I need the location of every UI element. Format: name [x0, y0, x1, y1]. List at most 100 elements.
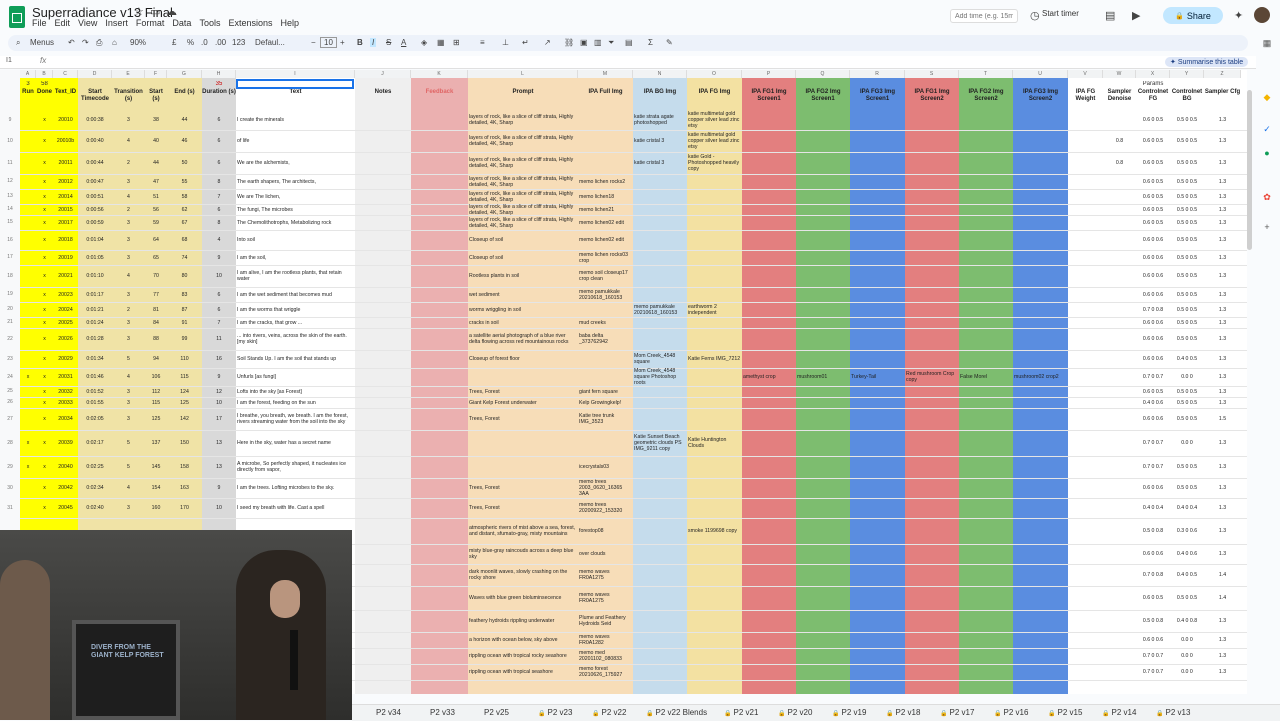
- cell-o[interactable]: [688, 230, 741, 250]
- cell-b[interactable]: x: [37, 204, 52, 215]
- cell-s[interactable]: [906, 265, 958, 287]
- cell-i[interactable]: We are the alchemists,: [237, 152, 354, 174]
- cell-w[interactable]: [1104, 250, 1135, 265]
- cell-l[interactable]: dark moonlit waves, slowly crashing on t…: [469, 564, 577, 586]
- cell-f[interactable]: 65: [146, 250, 166, 265]
- cell-a[interactable]: x: [21, 430, 35, 456]
- cell-l[interactable]: layers of rock, like a slice of cliff st…: [469, 110, 577, 130]
- cell-r[interactable]: [851, 478, 904, 498]
- vertical-align-icon[interactable]: ⊥: [502, 38, 509, 47]
- sheet-tab[interactable]: P2 v21: [724, 708, 758, 717]
- cell-u[interactable]: [1014, 350, 1067, 368]
- cell-q[interactable]: [797, 498, 849, 518]
- cell-m[interactable]: [579, 152, 632, 174]
- cell-f[interactable]: 125: [146, 408, 166, 430]
- cell-t[interactable]: [960, 204, 1012, 215]
- cell-p[interactable]: [743, 328, 795, 350]
- cell-r[interactable]: [851, 544, 904, 564]
- sheet-tab[interactable]: P2 v13: [1156, 708, 1190, 717]
- cell-y[interactable]: 0.4 0 0.4: [1171, 498, 1203, 518]
- cell-f[interactable]: 56: [146, 204, 166, 215]
- cell-m[interactable]: memo waves FR0A1282: [579, 632, 632, 648]
- cell-w[interactable]: [1104, 498, 1135, 518]
- cell-r[interactable]: [851, 518, 904, 544]
- cell-e[interactable]: 5: [113, 350, 144, 368]
- cell-l[interactable]: Waves with blue green bioluminsecence: [469, 586, 577, 610]
- menu-data[interactable]: Data: [172, 18, 191, 28]
- cell-o[interactable]: katie multimetal gold copper silver lead…: [688, 110, 741, 130]
- cell-m[interactable]: memo pamukkale 20210618_160153: [579, 287, 632, 302]
- cell-b[interactable]: x: [37, 478, 52, 498]
- cell-u[interactable]: [1014, 456, 1067, 478]
- cell-q[interactable]: [797, 302, 849, 317]
- cell-u[interactable]: [1014, 478, 1067, 498]
- cell-u[interactable]: [1014, 230, 1067, 250]
- cell-m[interactable]: memo trees 2003_0620_16365 3AA: [579, 478, 632, 498]
- cell-f[interactable]: 44: [146, 152, 166, 174]
- filter-views-icon[interactable]: ▤: [625, 38, 633, 47]
- menu-format[interactable]: Format: [136, 18, 165, 28]
- cell-y[interactable]: 0.5 0 0.5: [1171, 287, 1203, 302]
- cell-y[interactable]: 0.5 0 0.5: [1171, 397, 1203, 408]
- cell-h[interactable]: 13: [203, 430, 235, 456]
- cell-i[interactable]: Unfurls [as fungi]: [237, 368, 354, 386]
- column-letter-header[interactable]: R: [850, 70, 905, 78]
- cell-t[interactable]: [960, 397, 1012, 408]
- cell-y[interactable]: 0.5 0 0.5: [1171, 317, 1203, 328]
- cell-x[interactable]: 0.6 0 0.5: [1137, 386, 1169, 397]
- cell-nn[interactable]: [634, 397, 686, 408]
- cell-q[interactable]: [797, 287, 849, 302]
- cell-nn[interactable]: Mom Creek_4548 square: [634, 350, 686, 368]
- cell-s[interactable]: [906, 189, 958, 204]
- share-button[interactable]: 🔒 Share: [1163, 7, 1223, 24]
- cell-x[interactable]: 0.5 0 0.8: [1137, 610, 1169, 632]
- cell-f[interactable]: 38: [146, 110, 166, 130]
- cell-y[interactable]: 0.0 0: [1171, 632, 1203, 648]
- cell-a[interactable]: [21, 302, 35, 317]
- cell-o[interactable]: katie Gold - Photoshopped heavily copy: [688, 152, 741, 174]
- cell-r[interactable]: [851, 456, 904, 478]
- cell-e[interactable]: 3: [113, 230, 144, 250]
- cell-s[interactable]: [906, 130, 958, 152]
- cell-b[interactable]: x: [37, 230, 52, 250]
- row-number[interactable]: 26: [0, 397, 20, 408]
- cell-nn[interactable]: Mom Creek_4548 square Photoshop roots: [634, 368, 686, 386]
- cell-y[interactable]: 0.4 0 0.5: [1171, 564, 1203, 586]
- cell-x[interactable]: 0.6 0 0.5: [1137, 189, 1169, 204]
- text-color-button[interactable]: A: [401, 38, 406, 47]
- cell-h[interactable]: 9: [203, 250, 235, 265]
- cell-q[interactable]: [797, 386, 849, 397]
- cell-t[interactable]: [960, 610, 1012, 632]
- cell-l[interactable]: layers of rock, like a slice of cliff st…: [469, 189, 577, 204]
- cell-c[interactable]: 20011: [54, 152, 77, 174]
- cell-l[interactable]: Closeup of soil: [469, 250, 577, 265]
- cell-p[interactable]: [743, 564, 795, 586]
- cell-s[interactable]: [906, 518, 958, 544]
- cell-h[interactable]: 11: [203, 328, 235, 350]
- chart-icon[interactable]: ▥: [594, 38, 602, 47]
- cell-w[interactable]: [1104, 456, 1135, 478]
- start-timer-button[interactable]: Start timer: [1042, 9, 1079, 18]
- cell-p[interactable]: [743, 189, 795, 204]
- row-number[interactable]: 12: [0, 174, 20, 189]
- cell-i[interactable]: Soil Stands Up. I am the soil that stand…: [237, 350, 354, 368]
- cell-x[interactable]: 0.6 0 0.5: [1137, 110, 1169, 130]
- cell-t[interactable]: [960, 130, 1012, 152]
- cell-u[interactable]: [1014, 498, 1067, 518]
- name-box[interactable]: I1: [6, 57, 12, 64]
- row-number[interactable]: 24: [0, 368, 20, 386]
- cell-q[interactable]: [797, 397, 849, 408]
- cell-x[interactable]: 0.6 0 0.5: [1137, 215, 1169, 230]
- cell-nn[interactable]: [634, 664, 686, 680]
- cell-p[interactable]: [743, 265, 795, 287]
- cell-nn[interactable]: [634, 386, 686, 397]
- cell-p[interactable]: [743, 317, 795, 328]
- cell-s[interactable]: [906, 152, 958, 174]
- cell-u[interactable]: [1014, 287, 1067, 302]
- cell-b[interactable]: x: [37, 328, 52, 350]
- cell-w[interactable]: [1104, 610, 1135, 632]
- cell-t[interactable]: False Morel: [960, 368, 1012, 386]
- cell-z[interactable]: 1.3: [1205, 610, 1240, 632]
- cell-o[interactable]: [688, 250, 741, 265]
- cell-w[interactable]: [1104, 430, 1135, 456]
